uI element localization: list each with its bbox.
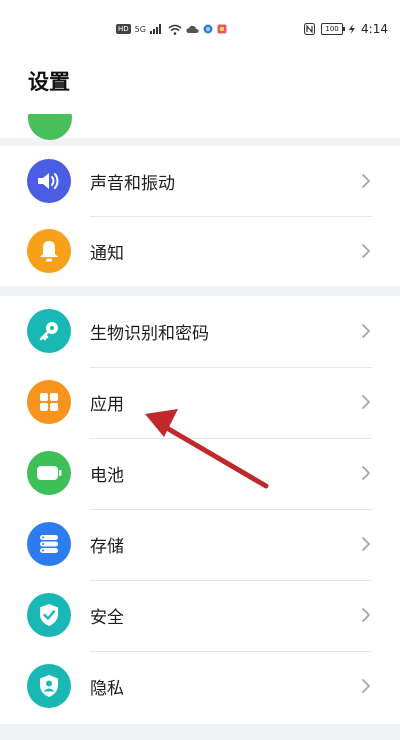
settings-item-label: 通知 bbox=[90, 244, 124, 264]
charging-icon bbox=[349, 24, 356, 34]
settings-item-battery[interactable]: 电池 bbox=[0, 438, 400, 508]
storage-icon bbox=[27, 522, 71, 566]
battery-indicator: 100 bbox=[321, 23, 346, 35]
settings-item-label: 电池 bbox=[90, 466, 124, 486]
chevron-right-icon bbox=[362, 174, 370, 188]
battery-icon bbox=[27, 451, 71, 495]
settings-item-sound-vibration[interactable]: 声音和振动 bbox=[0, 146, 400, 216]
chevron-right-icon bbox=[362, 395, 370, 409]
app-notification-icon bbox=[203, 24, 213, 34]
shield-check-icon bbox=[27, 593, 71, 637]
settings-item-label: 存储 bbox=[90, 537, 124, 557]
settings-item-label: 安全 bbox=[90, 608, 124, 628]
settings-item-label: 应用 bbox=[90, 395, 124, 415]
settings-item-notifications[interactable]: 通知 bbox=[0, 216, 400, 286]
chevron-right-icon bbox=[362, 608, 370, 622]
nfc-icon bbox=[304, 23, 316, 35]
hd-badge: HD bbox=[116, 24, 131, 34]
bell-icon bbox=[27, 229, 71, 273]
settings-group-main: 生物识别和密码 应用 电池 存储 安全 隐私 bbox=[0, 296, 400, 724]
chevron-right-icon bbox=[362, 679, 370, 693]
network-label: 5G bbox=[134, 24, 146, 34]
wifi-icon bbox=[168, 24, 182, 35]
settings-header: 设置 bbox=[0, 56, 400, 140]
settings-item-privacy[interactable]: 隐私 bbox=[0, 651, 400, 721]
settings-item-biometrics-password[interactable]: 生物识别和密码 bbox=[0, 296, 400, 366]
chevron-right-icon bbox=[362, 244, 370, 258]
settings-item-security[interactable]: 安全 bbox=[0, 580, 400, 650]
status-bar: HD 5G 100 4:14 bbox=[0, 0, 400, 56]
apps-icon bbox=[27, 380, 71, 424]
privacy-icon bbox=[27, 664, 71, 708]
settings-item-label: 声音和振动 bbox=[90, 174, 175, 194]
app-notification-icon bbox=[217, 24, 227, 34]
status-bar-right: 100 4:14 bbox=[304, 20, 388, 38]
settings-item-label: 生物识别和密码 bbox=[90, 324, 209, 344]
clock: 4:14 bbox=[361, 22, 388, 36]
settings-group-sound-notifications: 声音和振动 通知 bbox=[0, 146, 400, 286]
cloud-icon bbox=[186, 25, 199, 33]
chevron-right-icon bbox=[362, 324, 370, 338]
partially-visible-icon bbox=[28, 114, 72, 140]
settings-item-storage[interactable]: 存储 bbox=[0, 509, 400, 579]
status-bar-left: HD 5G bbox=[116, 20, 227, 38]
key-icon bbox=[27, 309, 71, 353]
settings-item-label: 隐私 bbox=[90, 679, 124, 699]
chevron-right-icon bbox=[362, 466, 370, 480]
page-title: 设置 bbox=[28, 70, 70, 94]
signal-icon bbox=[149, 24, 161, 34]
speaker-icon bbox=[27, 159, 71, 203]
settings-item-apps[interactable]: 应用 bbox=[0, 367, 400, 437]
chevron-right-icon bbox=[362, 537, 370, 551]
